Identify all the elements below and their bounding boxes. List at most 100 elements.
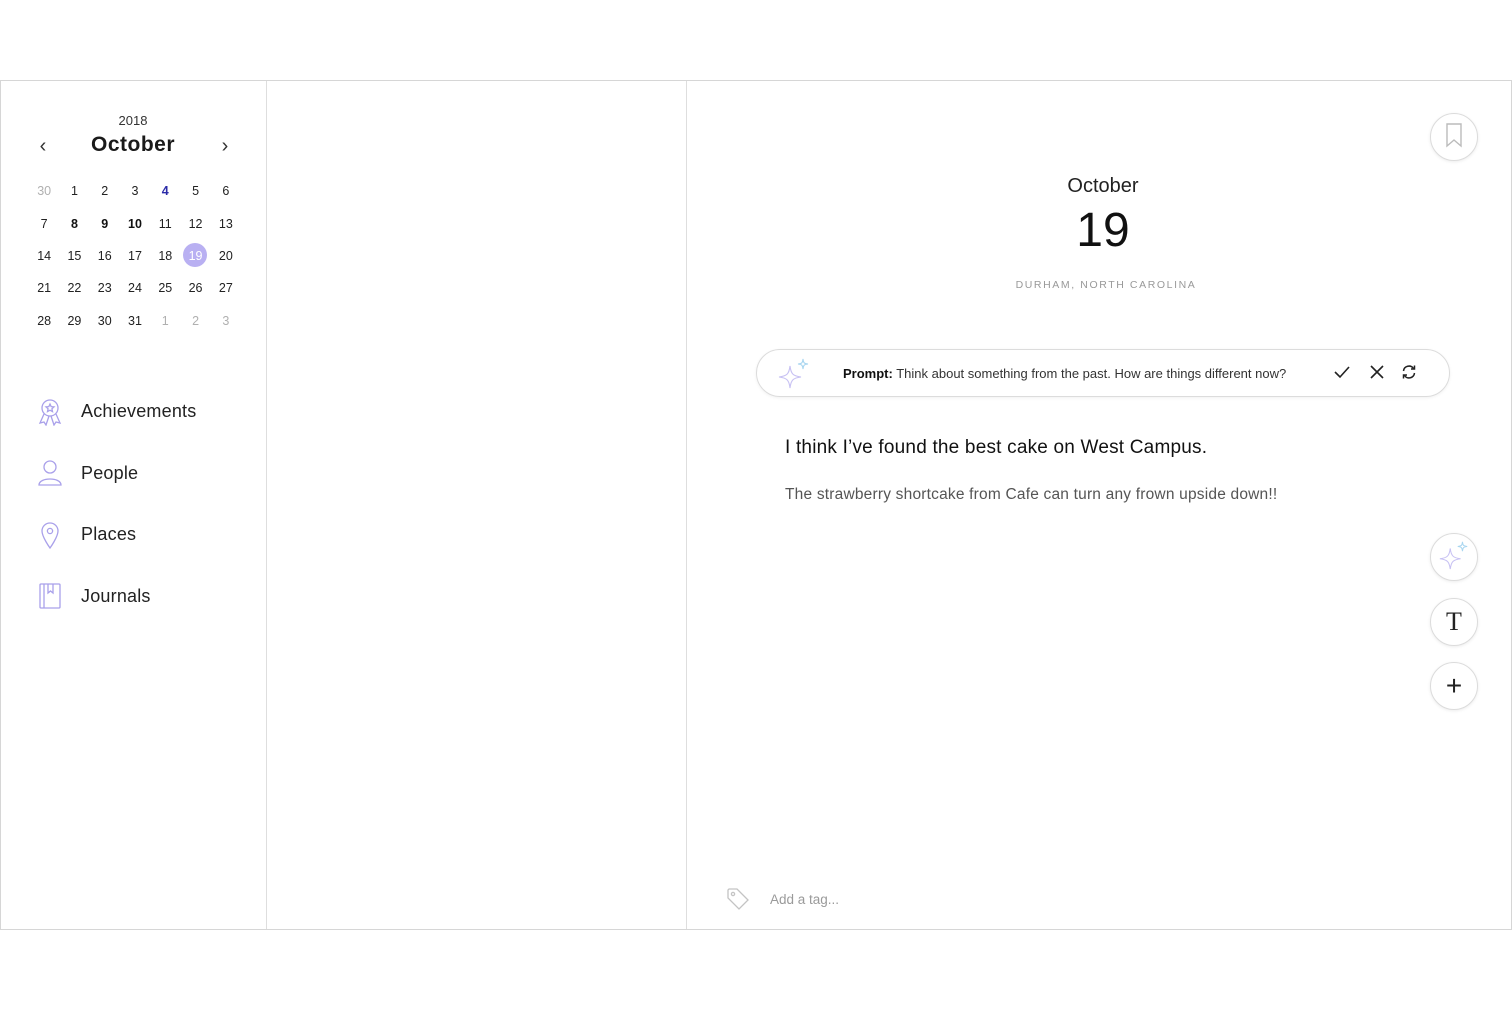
sidebar-item-journals[interactable]: Journals [33, 566, 253, 628]
close-icon [1370, 364, 1384, 384]
calendar-day[interactable]: 11 [150, 211, 180, 237]
calendar-month: October [90, 133, 175, 156]
calendar-day[interactable]: 16 [90, 243, 120, 269]
calendar-day-number: 9 [101, 216, 109, 231]
calendar-day[interactable]: 12 [180, 211, 210, 237]
sidebar-item-label: Achievements [81, 401, 197, 422]
calendar-day-number: 27 [218, 281, 233, 296]
calendar-day-number: 12 [188, 216, 203, 231]
calendar-day[interactable]: 31 [120, 308, 150, 334]
calendar-day[interactable]: 2 [180, 308, 210, 334]
calendar-day[interactable]: 5 [180, 178, 210, 204]
prompt-label: Prompt: [843, 366, 893, 381]
calendar-day[interactable]: 24 [120, 275, 150, 301]
calendar-day-number: 10 [128, 216, 142, 231]
entry-day: 19 [1076, 204, 1130, 257]
calendar-day[interactable]: 10 [120, 211, 150, 237]
tag-icon [726, 887, 750, 911]
writing-prompt: Prompt: Think about something from the p… [756, 349, 1450, 397]
calendar-day[interactable]: 17 [120, 243, 150, 269]
calendar-day-number: 20 [218, 248, 233, 263]
calendar-day[interactable]: 30 [29, 178, 59, 204]
calendar-day[interactable]: 18 [150, 243, 180, 269]
calendar-day-number: 3 [131, 184, 139, 199]
sparkle-icon [1438, 539, 1470, 576]
check-icon [1333, 365, 1351, 384]
calendar-day[interactable]: 3 [120, 178, 150, 204]
calendar-day-number: 23 [97, 281, 112, 296]
calendar-day-number: 6 [222, 184, 230, 199]
entry-title[interactable]: I think I’ve found the best cake on West… [785, 437, 1207, 459]
calendar-day[interactable]: 9 [90, 211, 120, 237]
calendar-day[interactable]: 28 [29, 308, 59, 334]
prompt-generator-button[interactable] [1430, 533, 1478, 581]
calendar-day-number: 30 [97, 313, 112, 328]
calendar-day-number: 2 [101, 184, 109, 199]
calendar-day[interactable]: 7 [29, 211, 59, 237]
tag-row [726, 887, 1070, 911]
calendar-week: 7 8 9 10 11 12 13 [29, 207, 241, 239]
accept-prompt-button[interactable] [1331, 363, 1353, 385]
dismiss-prompt-button[interactable] [1366, 363, 1388, 385]
calendar-day[interactable]: 1 [59, 178, 89, 204]
calendar-day[interactable]: 15 [59, 243, 89, 269]
calendar-day-number: 4 [161, 184, 169, 199]
calendar-day[interactable]: 6 [211, 178, 241, 204]
calendar-day-number: 15 [67, 248, 82, 263]
entry-list-panel [268, 81, 687, 929]
tag-input[interactable] [770, 891, 1070, 907]
sidebar-item-achievements[interactable]: Achievements [33, 381, 253, 443]
sidebar-item-label: People [81, 462, 139, 483]
calendar-day-number: 1 [70, 184, 78, 199]
refresh-prompt-button[interactable] [1398, 363, 1420, 385]
award-icon [33, 395, 67, 429]
calendar-day[interactable]: 25 [150, 275, 180, 301]
calendar-day-number: 30 [37, 184, 52, 199]
refresh-icon [1401, 364, 1417, 385]
calendar-week: 28 29 30 31 1 2 3 [29, 305, 241, 337]
sidebar-item-places[interactable]: Places [33, 504, 253, 566]
calendar-year: 2018 [118, 113, 148, 128]
calendar-day-number: 24 [128, 281, 142, 296]
text-format-button[interactable]: T [1430, 598, 1478, 646]
calendar-day-number: 29 [67, 313, 82, 328]
calendar-day[interactable]: 27 [211, 275, 241, 301]
plus-icon: + [1445, 670, 1463, 701]
calendar-day[interactable]: 8 [59, 211, 89, 237]
calendar-day[interactable]: 20 [211, 243, 241, 269]
calendar-day[interactable]: 1 [150, 308, 180, 334]
sidebar: 2018 ‹ October › 30 1 2 3 4 5 6 7 8 9 10 11 12 13 14 15… [1, 81, 267, 929]
calendar-day[interactable]: 2 [90, 178, 120, 204]
calendar-day-number: 7 [40, 216, 48, 231]
sidebar-item-label: Journals [81, 585, 151, 606]
book-icon [33, 579, 67, 613]
calendar-day[interactable]: 23 [90, 275, 120, 301]
calendar-day[interactable]: 21 [29, 275, 59, 301]
entry-body[interactable]: The strawberry shortcake from Cafe can t… [785, 486, 1277, 504]
entry-panel: October 19 DURHAM, NORTH CAROLINA Prompt… [688, 81, 1511, 929]
calendar-day[interactable]: 4 [150, 178, 180, 204]
sidebar-nav: Achievements People Places Journals [33, 381, 253, 627]
calendar-day[interactable]: 26 [180, 275, 210, 301]
location-pin-icon [33, 518, 67, 552]
calendar-day-number: 8 [70, 216, 78, 231]
bookmark-button[interactable] [1430, 113, 1478, 161]
calendar-day[interactable]: 29 [59, 308, 89, 334]
calendar-day-selected[interactable]: 19 [180, 242, 210, 269]
sidebar-item-people[interactable]: People [33, 443, 253, 505]
calendar-day[interactable]: 13 [211, 211, 241, 237]
calendar-day-number: 22 [67, 281, 82, 296]
chevron-right-icon[interactable]: › [215, 135, 235, 157]
calendar-day[interactable]: 22 [59, 275, 89, 301]
calendar-day[interactable]: 3 [211, 308, 241, 334]
calendar-day[interactable]: 14 [29, 243, 59, 269]
text-format-icon: T [1446, 607, 1462, 636]
calendar-day-number: 17 [128, 248, 142, 263]
calendar-day[interactable]: 30 [90, 308, 120, 334]
prompt-text: Prompt: Think about something from the p… [843, 366, 1286, 381]
calendar-header: ‹ October › [31, 133, 235, 163]
calendar-day-number: 26 [188, 281, 203, 296]
calendar-day-number: 18 [158, 248, 173, 263]
add-button[interactable]: + [1430, 662, 1478, 710]
calendar-day-number: 25 [158, 281, 173, 296]
